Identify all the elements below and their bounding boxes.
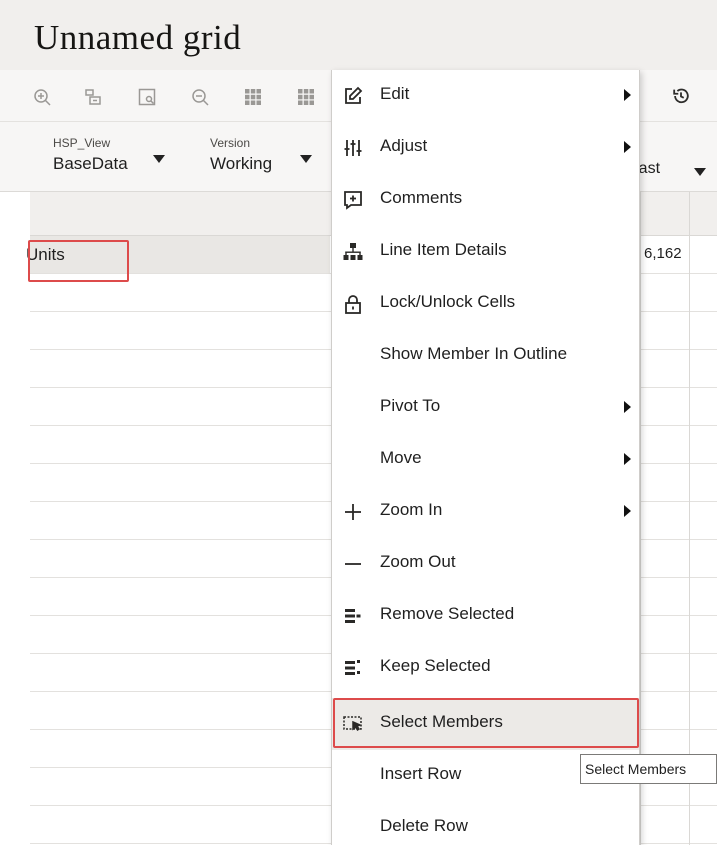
pov-hsp-view[interactable]: HSP_View BaseData	[53, 136, 128, 174]
menu-item-zoom-out[interactable]: Zoom Out	[332, 538, 639, 590]
comments-icon	[342, 189, 364, 211]
hierarchy-icon	[342, 241, 364, 263]
menu-item-label: Lock/Unlock Cells	[380, 292, 516, 311]
menu-item-zoom-in[interactable]: Zoom In	[332, 486, 639, 538]
submenu-arrow-icon	[624, 141, 631, 153]
tooltip: Select Members	[580, 754, 717, 784]
edit-icon	[342, 85, 364, 107]
menu-item-remove-selected[interactable]: Remove Selected	[332, 590, 639, 642]
menu-item-delete-row[interactable]: Delete Row	[332, 802, 639, 845]
pov-value: Working	[210, 154, 273, 173]
menu-item-move[interactable]: Move	[332, 434, 639, 486]
chevron-down-icon[interactable]	[694, 168, 706, 176]
menu-item-label: Remove Selected	[380, 604, 515, 623]
keep-selected-icon[interactable]	[83, 87, 103, 107]
adjust-icon	[342, 137, 364, 159]
column-divider	[689, 192, 690, 845]
refresh-history-icon[interactable]	[671, 86, 693, 108]
menu-item-label: Keep Selected	[380, 656, 491, 675]
menu-item-label: Comments	[380, 188, 463, 207]
menu-item-label: Edit	[380, 84, 410, 103]
title-bar: Unnamed grid	[0, 0, 717, 70]
column-divider	[640, 192, 641, 845]
menu-item-show-member-in-outline[interactable]: Show Member In Outline	[332, 330, 639, 382]
submenu-arrow-icon	[624, 89, 631, 101]
menu-item-label: Move	[380, 448, 422, 467]
page-title: Unnamed grid	[34, 18, 242, 57]
submenu-arrow-icon	[624, 401, 631, 413]
menu-item-keep-selected[interactable]: Keep Selected	[332, 642, 639, 694]
menu-item-label: Zoom Out	[380, 552, 456, 571]
chevron-down-icon[interactable]	[300, 155, 312, 163]
menu-item-edit[interactable]: Edit	[332, 70, 639, 122]
menu-item-label: Zoom In	[380, 500, 443, 519]
menu-item-label: Line Item Details	[380, 240, 507, 259]
lock-icon	[342, 293, 364, 315]
menu-item-lock-unlock[interactable]: Lock/Unlock Cells	[332, 278, 639, 330]
menu-item-label: Show Member In Outline	[380, 344, 568, 363]
highlight-outline	[28, 240, 129, 282]
submenu-arrow-icon	[624, 505, 631, 517]
menu-item-line-item-details[interactable]: Line Item Details	[332, 226, 639, 278]
menu-item-comments[interactable]: Comments	[332, 174, 639, 226]
pov-label: Version	[210, 136, 251, 150]
remove-selected-icon	[342, 605, 364, 627]
menu-item-adjust[interactable]: Adjust	[332, 122, 639, 174]
grid-icon[interactable]	[296, 87, 316, 107]
chevron-down-icon[interactable]	[153, 155, 165, 163]
pov-value: BaseData	[53, 154, 128, 173]
highlight-outline	[333, 698, 639, 748]
menu-item-label: Insert Row	[380, 764, 462, 783]
pov-label: HSP_View	[53, 136, 111, 150]
minus-icon	[342, 553, 364, 575]
menu-item-label: Adjust	[380, 136, 428, 155]
menu-item-label: Delete Row	[380, 816, 468, 835]
menu-item-label: Pivot To	[380, 396, 441, 415]
zoom-in-icon[interactable]	[32, 87, 52, 107]
pov-version[interactable]: Version Working	[210, 136, 272, 174]
submenu-arrow-icon	[624, 453, 631, 465]
keep-selected-icon	[342, 657, 364, 679]
zoom-out-icon[interactable]	[190, 87, 210, 107]
grid-icon[interactable]	[243, 87, 263, 107]
plus-icon	[342, 501, 364, 523]
menu-item-pivot-to[interactable]: Pivot To	[332, 382, 639, 434]
select-icon[interactable]	[137, 87, 157, 107]
data-cell[interactable]: 6,162	[644, 245, 682, 262]
